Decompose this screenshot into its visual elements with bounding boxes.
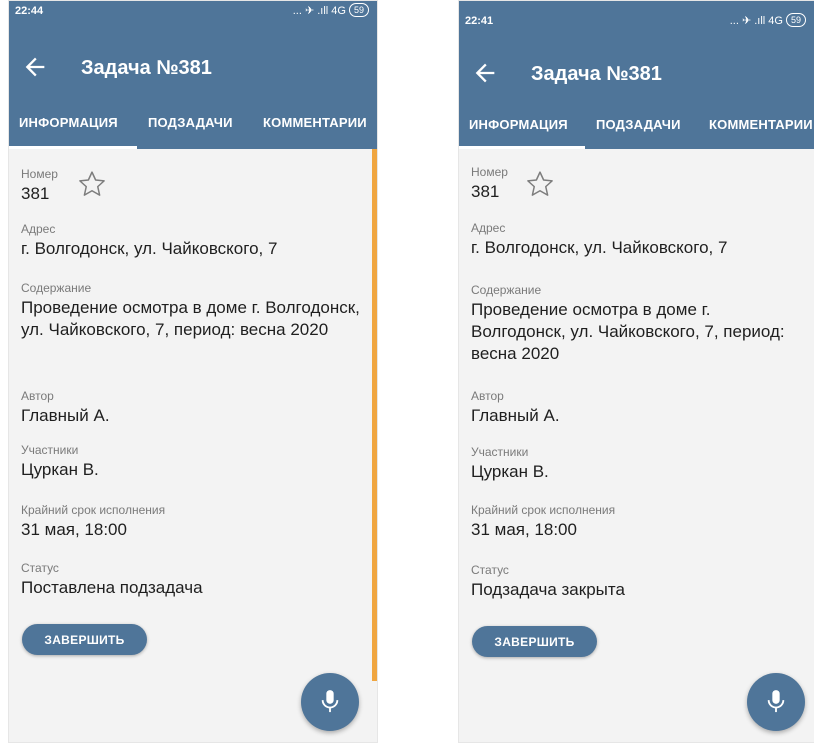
field-deadline: Крайний срок исполнения 31 мая, 18:00 bbox=[471, 503, 804, 541]
arrow-left-icon[interactable] bbox=[21, 53, 49, 81]
status-value: Подзадача закрыта bbox=[471, 580, 625, 599]
signal-icons: ... ✈ .ıll 4G bbox=[729, 14, 783, 27]
field-deadline: Крайний срок исполнения 31 мая, 18:00 bbox=[21, 503, 367, 541]
phone-screen-left: 22:44 ... ✈ .ıll 4G 59 Задача №381 ИНФОР… bbox=[8, 0, 378, 743]
star-outline-icon[interactable] bbox=[77, 169, 107, 199]
field-author: Автор Главный А. bbox=[471, 389, 804, 427]
scroll-indicator[interactable] bbox=[372, 149, 377, 681]
field-number: Номер 381 bbox=[471, 165, 804, 203]
author-label: Автор bbox=[471, 389, 504, 403]
field-content: Содержание Проведение осмотра в доме г. … bbox=[21, 281, 367, 341]
finish-button[interactable]: ЗАВЕРШИТЬ bbox=[472, 626, 597, 657]
microphone-icon bbox=[767, 690, 785, 713]
status-value: Поставлена подзадача bbox=[21, 578, 203, 597]
deadline-label: Крайний срок исполнения bbox=[471, 503, 616, 517]
voice-fab[interactable] bbox=[301, 673, 359, 731]
page-title: Задача №381 bbox=[81, 57, 212, 79]
field-participants: Участники Цуркан В. bbox=[21, 443, 367, 481]
tab-information[interactable]: ИНФОРМАЦИЯ bbox=[19, 115, 118, 130]
deadline-value: 31 мая, 18:00 bbox=[471, 520, 577, 539]
status-time: 22:44 bbox=[15, 5, 44, 17]
number-label: Номер bbox=[471, 165, 508, 179]
content-value: Проведение осмотра в доме г. Волгодонск,… bbox=[21, 298, 360, 339]
field-status: Статус Подзадача закрыта bbox=[471, 563, 804, 601]
participants-value: Цуркан В. bbox=[21, 460, 99, 479]
field-number: Номер 381 bbox=[21, 167, 367, 205]
content-label: Содержание bbox=[471, 283, 542, 297]
deadline-label: Крайний срок исполнения bbox=[21, 503, 166, 517]
field-address: Адрес г. Волгодонск, ул. Чайковского, 7 bbox=[21, 222, 367, 260]
status-label: Статус bbox=[21, 561, 59, 575]
address-label: Адрес bbox=[471, 221, 506, 235]
status-bar: 22:41 ... ✈ .ıll 4G 59 bbox=[459, 1, 814, 33]
battery-icon: 59 bbox=[348, 3, 369, 17]
battery-icon: 59 bbox=[785, 13, 806, 27]
tab-subtasks[interactable]: ПОДЗАДАЧИ bbox=[148, 115, 233, 130]
tab-comments[interactable]: КОММЕНТАРИИ bbox=[709, 117, 813, 132]
participants-label: Участники bbox=[471, 445, 529, 459]
number-value: 381 bbox=[21, 184, 50, 203]
author-value: Главный А. bbox=[471, 406, 560, 425]
arrow-left-icon[interactable] bbox=[471, 59, 499, 87]
address-label: Адрес bbox=[21, 222, 56, 236]
page-title: Задача №381 bbox=[531, 63, 662, 85]
author-value: Главный А. bbox=[21, 406, 110, 425]
tab-subtasks[interactable]: ПОДЗАДАЧИ bbox=[596, 117, 681, 132]
toolbar: Задача №381 bbox=[9, 47, 377, 91]
app-header: 22:41 ... ✈ .ıll 4G 59 Задача №381 ИНФОР… bbox=[459, 1, 814, 149]
phone-screen-right: 22:41 ... ✈ .ıll 4G 59 Задача №381 ИНФОР… bbox=[458, 0, 814, 743]
address-value: г. Волгодонск, ул. Чайковского, 7 bbox=[471, 238, 728, 257]
status-bar: 22:44 ... ✈ .ıll 4G 59 bbox=[9, 1, 377, 33]
status-icons: ... ✈ .ıll 4G 59 bbox=[293, 3, 369, 17]
status-icons: ... ✈ .ıll 4G 59 bbox=[730, 13, 806, 27]
toolbar: Задача №381 bbox=[459, 53, 814, 97]
app-header: 22:44 ... ✈ .ıll 4G 59 Задача №381 ИНФОР… bbox=[9, 1, 377, 149]
star-outline-icon[interactable] bbox=[525, 169, 555, 199]
content-label: Содержание bbox=[21, 281, 92, 295]
content-value: Проведение осмотра в доме г. Волгодонск,… bbox=[471, 300, 785, 363]
field-status: Статус Поставлена подзадача bbox=[21, 561, 367, 599]
task-details: Номер 381 Адрес г. Волгодонск, ул. Чайко… bbox=[459, 149, 814, 742]
participants-label: Участники bbox=[21, 443, 79, 457]
status-time: 22:41 bbox=[465, 15, 494, 27]
task-details: Номер 381 Адрес г. Волгодонск, ул. Чайко… bbox=[9, 149, 377, 742]
number-label: Номер bbox=[21, 167, 58, 181]
tab-bar: ИНФОРМАЦИЯ ПОДЗАДАЧИ КОММЕНТАРИИ bbox=[9, 105, 377, 149]
tab-information[interactable]: ИНФОРМАЦИЯ bbox=[469, 117, 568, 132]
deadline-value: 31 мая, 18:00 bbox=[21, 520, 127, 539]
field-content: Содержание Проведение осмотра в доме г. … bbox=[471, 283, 804, 365]
field-address: Адрес г. Волгодонск, ул. Чайковского, 7 bbox=[471, 221, 804, 259]
field-author: Автор Главный А. bbox=[21, 389, 367, 427]
finish-button[interactable]: ЗАВЕРШИТЬ bbox=[22, 624, 147, 655]
tab-bar: ИНФОРМАЦИЯ ПОДЗАДАЧИ КОММЕНТАРИИ bbox=[459, 105, 814, 149]
voice-fab[interactable] bbox=[747, 673, 805, 731]
address-value: г. Волгодонск, ул. Чайковского, 7 bbox=[21, 239, 278, 258]
tab-comments[interactable]: КОММЕНТАРИИ bbox=[263, 115, 367, 130]
microphone-icon bbox=[321, 690, 339, 713]
number-value: 381 bbox=[471, 182, 500, 201]
author-label: Автор bbox=[21, 389, 54, 403]
status-label: Статус bbox=[471, 563, 509, 577]
field-participants: Участники Цуркан В. bbox=[471, 445, 804, 483]
participants-value: Цуркан В. bbox=[471, 462, 549, 481]
signal-icons: ... ✈ .ıll 4G bbox=[292, 4, 346, 17]
